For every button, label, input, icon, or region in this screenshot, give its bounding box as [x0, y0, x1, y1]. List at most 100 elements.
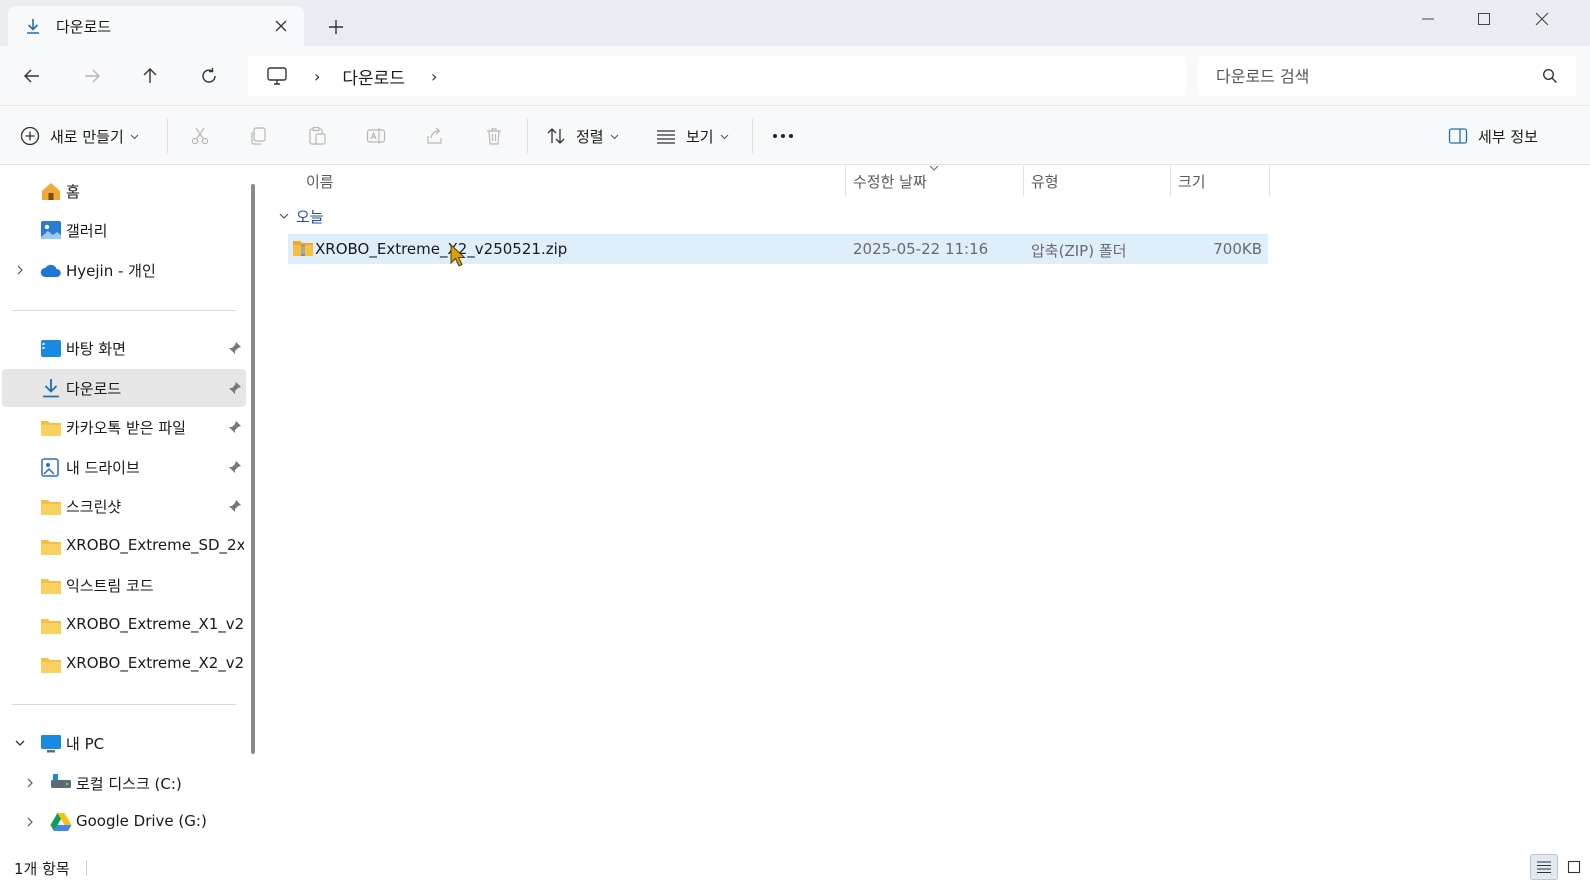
status-bar: 1개 항목: [0, 852, 1590, 882]
search-box[interactable]: [1198, 56, 1576, 96]
divider: [12, 704, 236, 705]
cut-button[interactable]: [188, 124, 212, 148]
chevron-right-icon[interactable]: [24, 816, 36, 828]
sort-button[interactable]: 정렬: [546, 107, 619, 165]
paste-button[interactable]: [305, 124, 329, 148]
sidebar-item-gallery[interactable]: 갤러리: [0, 211, 246, 249]
details-label: 세부 정보: [1478, 127, 1538, 146]
more-icon: [773, 134, 793, 138]
sidebar-item-label: XROBO_Extreme_X2_v2505: [66, 654, 244, 672]
maximize-button[interactable]: [1462, 4, 1506, 34]
sidebar-item-onedrive[interactable]: Hyejin - 개인: [0, 251, 246, 289]
table-row[interactable]: XROBO_Extreme_X2_v250521.zip 2025-05-22 …: [288, 234, 1268, 264]
sidebar-item-extreme-code[interactable]: 익스트림 코드: [0, 566, 246, 604]
delete-button[interactable]: [482, 124, 506, 148]
column-header-type[interactable]: 유형: [1031, 166, 1059, 196]
chevron-right-icon[interactable]: ›: [314, 67, 320, 86]
rename-button[interactable]: [364, 124, 388, 148]
maximize-icon: [1478, 13, 1490, 25]
pin-icon[interactable]: [228, 341, 242, 355]
home-icon: [42, 183, 60, 200]
monitor-icon: [267, 67, 287, 85]
chevron-right-icon[interactable]: [14, 264, 26, 276]
column-divider[interactable]: [1269, 166, 1270, 196]
group-header-today[interactable]: 오늘: [278, 204, 324, 228]
back-button[interactable]: [20, 64, 44, 88]
breadcrumb-downloads[interactable]: 다운로드: [342, 64, 405, 89]
pin-icon[interactable]: [228, 460, 242, 474]
sidebar-item-label: 갤러리: [66, 222, 108, 240]
sidebar-item-local-disk[interactable]: 로컬 디스크 (C:): [0, 764, 246, 802]
divider: [12, 310, 236, 311]
sidebar-item-xrobo-x1[interactable]: XROBO_Extreme_X1_v2505: [0, 606, 246, 644]
details-view-icon: [1537, 861, 1551, 874]
folder-icon: [41, 500, 61, 515]
chevron-right-icon[interactable]: ›: [431, 67, 437, 86]
address-bar[interactable]: › 다운로드 ›: [248, 56, 1186, 96]
cut-icon: [191, 127, 209, 145]
search-icon[interactable]: [1542, 68, 1558, 84]
address-row: › 다운로드 ›: [0, 46, 1590, 106]
details-pane-icon: [1448, 128, 1468, 144]
minimize-button[interactable]: [1406, 4, 1450, 34]
chevron-down-icon: [610, 134, 618, 139]
tiles-view-button[interactable]: [1560, 854, 1588, 880]
tab-title: 다운로드: [56, 17, 112, 36]
sidebar-item-my-drive[interactable]: 내 드라이브: [0, 448, 246, 486]
more-options-button[interactable]: [771, 124, 795, 148]
search-input[interactable]: [1216, 64, 1516, 88]
drive-photo-icon: [41, 458, 59, 477]
pin-icon[interactable]: [228, 499, 242, 513]
sidebar-item-label: XROBO_Extreme_X1_v2505: [66, 615, 244, 633]
refresh-button[interactable]: [197, 64, 221, 88]
folder-icon: [41, 658, 61, 673]
sidebar-item-downloads[interactable]: 다운로드: [2, 369, 246, 407]
column-header-modified[interactable]: 수정한 날짜: [853, 166, 927, 196]
file-modified: 2025-05-22 11:16: [853, 240, 989, 258]
new-tab-icon[interactable]: [326, 17, 346, 37]
close-window-button[interactable]: [1520, 4, 1564, 34]
new-button[interactable]: 새로 만들기: [20, 107, 139, 165]
column-divider[interactable]: [1023, 166, 1024, 196]
desktop-icon: [41, 340, 61, 357]
new-label: 새로 만들기: [50, 127, 124, 146]
sidebar-item-xrobo-x2[interactable]: XROBO_Extreme_X2_v2505: [0, 645, 246, 683]
share-button[interactable]: [423, 124, 447, 148]
sidebar-item-screenshots[interactable]: 스크린샷: [0, 487, 246, 525]
sidebar-item-label: XROBO_Extreme_SD_2x3pin: [66, 536, 244, 554]
details-view-button[interactable]: [1530, 854, 1558, 880]
sidebar-item-desktop[interactable]: 바탕 화면: [0, 329, 246, 367]
column-divider[interactable]: [1170, 166, 1171, 196]
details-pane-button[interactable]: 세부 정보: [1448, 107, 1538, 165]
sidebar-item-label: Hyejin - 개인: [66, 262, 156, 280]
forward-button[interactable]: [80, 64, 104, 88]
navigation-pane: 홈 갤러리 Hyejin - 개인 바탕 화면 다운로드 카카오톡 받은 파일 …: [0, 166, 262, 852]
sidebar-item-google-drive[interactable]: Google Drive (G:): [0, 803, 246, 841]
chevron-down-icon: [279, 213, 289, 219]
column-header-name[interactable]: 이름: [306, 166, 334, 196]
list-view-icon: [657, 130, 675, 144]
chevron-down-icon[interactable]: [14, 737, 26, 749]
close-tab-icon[interactable]: [272, 17, 290, 35]
sidebar-item-this-pc[interactable]: 내 PC: [0, 724, 246, 762]
arrow-up-icon: [143, 68, 157, 83]
column-header-size[interactable]: 크기: [1178, 166, 1206, 196]
sidebar-scrollbar[interactable]: [251, 184, 255, 754]
view-button[interactable]: 보기: [656, 107, 729, 165]
copy-button[interactable]: [246, 124, 270, 148]
divider: [527, 119, 528, 153]
pin-icon[interactable]: [228, 381, 242, 395]
command-bar: 새로 만들기 정렬 보기 세부 정보: [0, 107, 1590, 165]
sidebar-item-kakaotalk-files[interactable]: 카카오톡 받은 파일: [0, 408, 246, 446]
folder-icon: [41, 421, 61, 436]
pin-icon[interactable]: [228, 420, 242, 434]
chevron-right-icon[interactable]: [24, 777, 36, 789]
column-divider[interactable]: [845, 166, 846, 196]
sidebar-item-home[interactable]: 홈: [0, 172, 246, 210]
up-button[interactable]: [138, 64, 162, 88]
view-label: 보기: [686, 127, 714, 146]
tab-downloads[interactable]: 다운로드: [8, 6, 304, 46]
sidebar-item-xrobo-sd[interactable]: XROBO_Extreme_SD_2x3pin: [0, 527, 246, 565]
folder-icon: [41, 540, 61, 555]
copy-icon: [251, 127, 266, 145]
